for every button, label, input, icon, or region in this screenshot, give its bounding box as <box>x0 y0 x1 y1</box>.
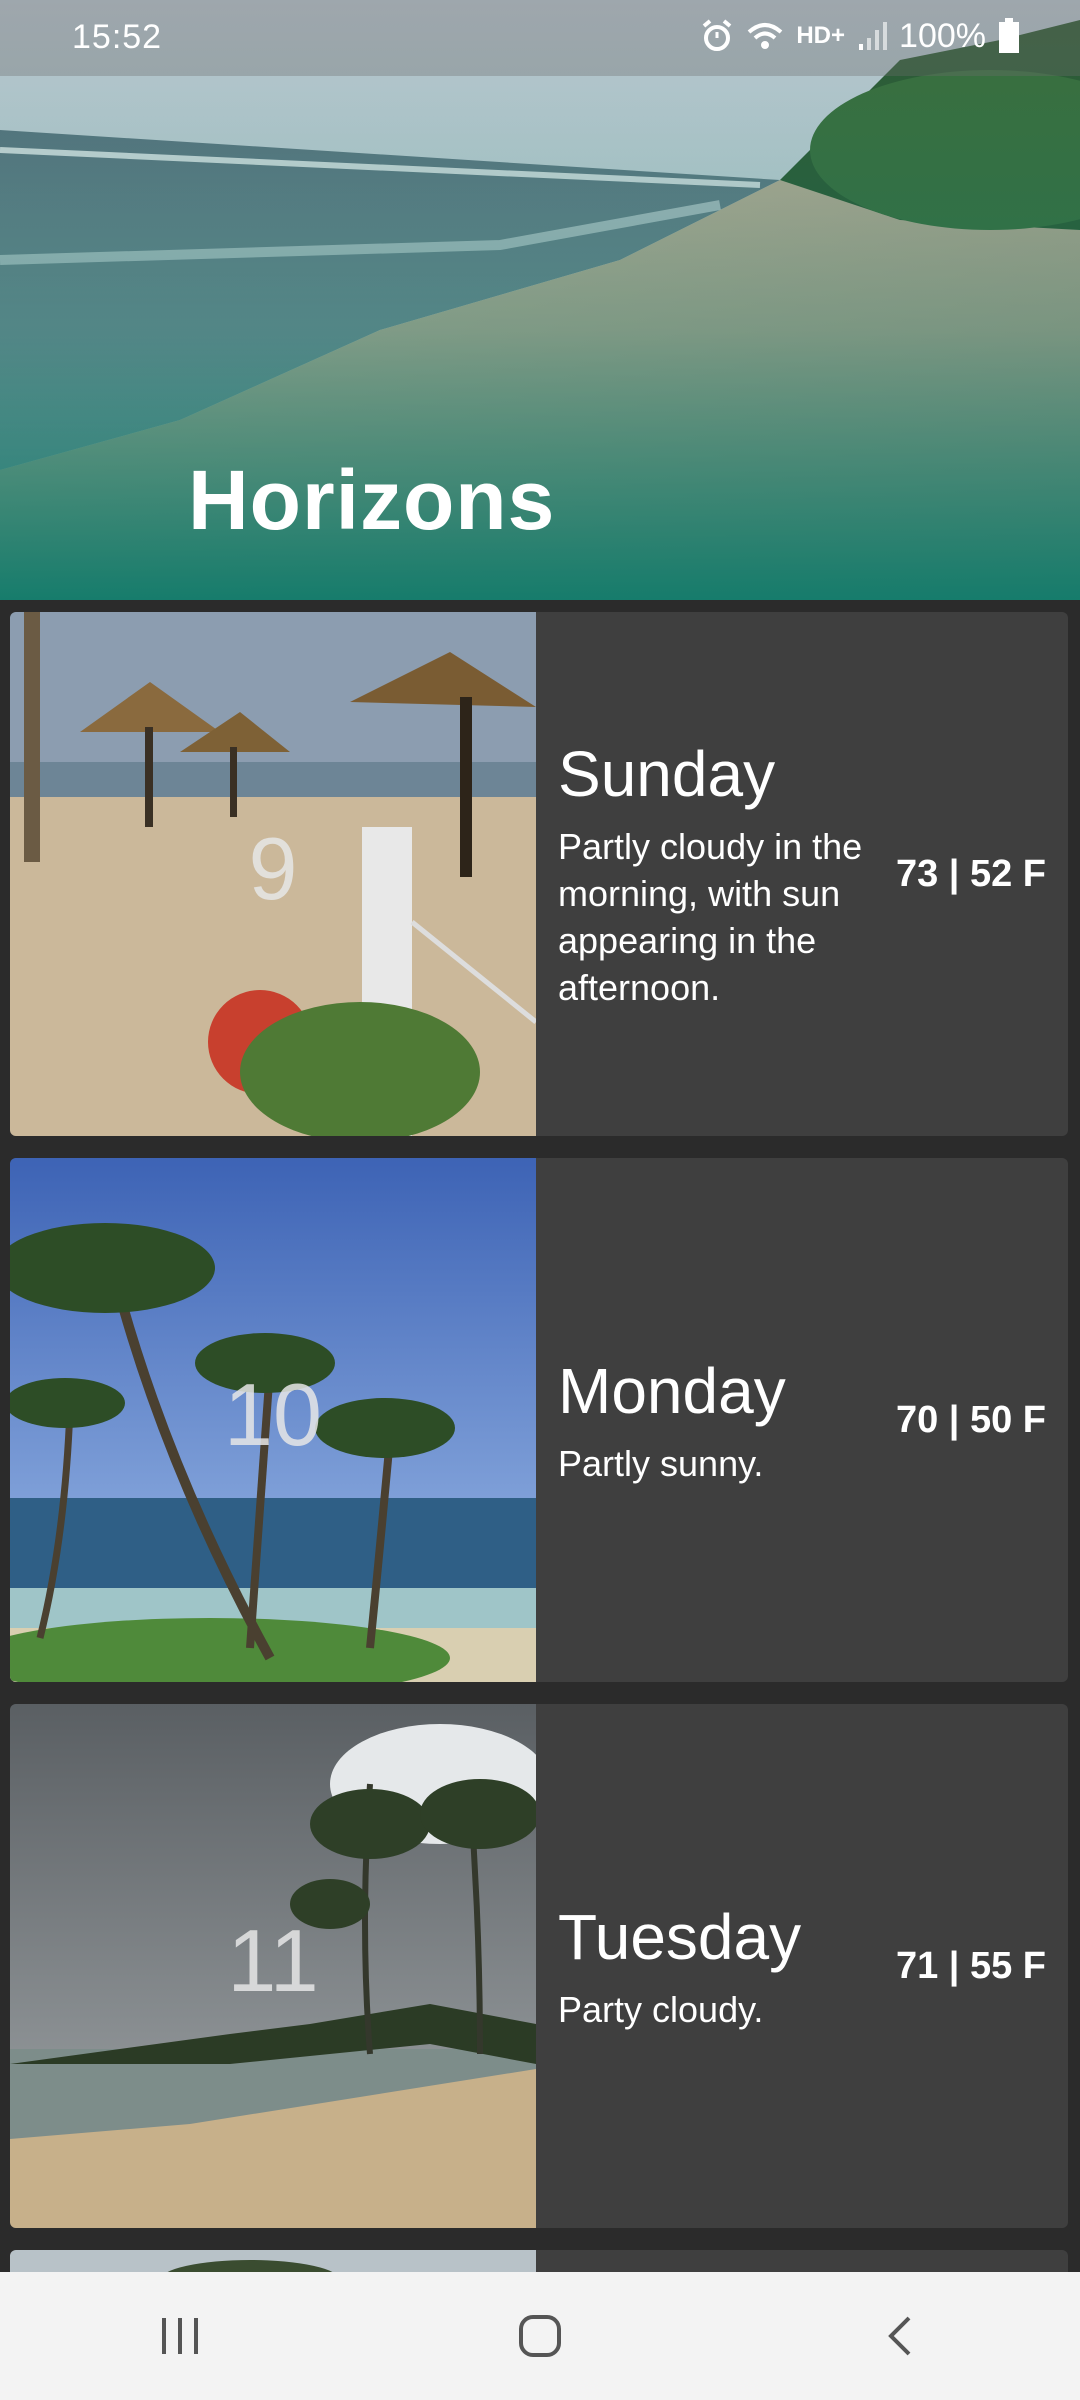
forecast-card[interactable]: 9 Sunday Partly cloudy in the morning, w… <box>10 612 1068 1136</box>
day-description: Partly cloudy in the morning, with sun a… <box>558 826 863 1008</box>
signal-icon <box>859 22 888 50</box>
network-type: HD+ <box>796 22 846 49</box>
back-button[interactable] <box>840 2286 960 2386</box>
day-description: Party cloudy. <box>558 1988 764 2030</box>
home-icon <box>519 2315 561 2357</box>
status-icons: HD+ 100% <box>700 16 1020 56</box>
wifi-icon <box>748 23 783 49</box>
forecast-card[interactable]: 10 Monday Partly sunny. 70 | 50 F <box>10 1158 1068 1682</box>
back-icon <box>888 2316 911 2356</box>
hero-header: Horizons <box>0 0 1080 600</box>
day-info: Tuesday Party cloudy. <box>558 1704 868 2228</box>
forecast-card[interactable]: 11 Tuesday Party cloudy. 71 | 55 F <box>10 1704 1068 2228</box>
day-date: 9 <box>248 819 298 918</box>
day-info: Sunday Partly cloudy in the morning, wit… <box>558 612 868 1136</box>
battery-percent: 100% <box>899 16 986 55</box>
status-time: 15:52 <box>72 18 163 56</box>
day-date: 11 <box>227 1911 319 2010</box>
alarm-icon <box>703 19 732 51</box>
day-name: Monday <box>558 1354 786 1427</box>
day-name: Tuesday <box>558 1900 802 1973</box>
day-temperature: 71 | 55 F <box>895 1944 1046 1987</box>
day-image: 9 <box>10 612 536 1136</box>
status-bar: 15:52 HD+ 100% <box>0 0 1080 76</box>
navigation-bar <box>0 2272 1080 2400</box>
day-date: 10 <box>224 1365 322 1464</box>
day-info: Monday Partly sunny. <box>558 1158 868 1682</box>
day-name: Sunday <box>558 738 776 810</box>
home-button[interactable] <box>480 2286 600 2386</box>
battery-icon <box>999 18 1019 53</box>
day-temperature: 70 | 50 F <box>895 1398 1046 1441</box>
day-image: 11 <box>10 1704 536 2228</box>
screen: Horizons 15:52 HD+ 100% 9 Sunday Partly … <box>0 0 1080 2400</box>
day-temperature: 73 | 52 F <box>895 852 1046 895</box>
recent-apps-button[interactable] <box>120 2286 240 2386</box>
app-title: Horizons <box>188 453 556 547</box>
day-image: 10 <box>10 1158 536 1682</box>
day-description: Partly sunny. <box>558 1442 764 1484</box>
recent-apps-icon <box>162 2318 198 2354</box>
